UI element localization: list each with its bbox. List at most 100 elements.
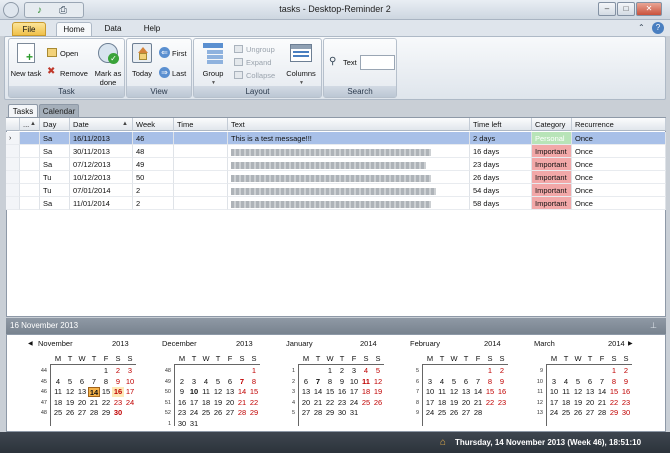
grid-cell-time[interactable]: [174, 197, 228, 210]
calendar-day[interactable]: 19: [372, 387, 384, 397]
grid-cell-category[interactable]: Important: [532, 184, 572, 197]
calendar-day[interactable]: 26: [372, 398, 384, 408]
tab-home[interactable]: Home: [56, 22, 92, 36]
grid-cell-time-left[interactable]: 23 days: [470, 158, 532, 171]
calendar-day[interactable]: 2: [112, 366, 124, 376]
calendar-day[interactable]: 23: [176, 408, 188, 418]
calendar-day[interactable]: 10: [124, 377, 136, 387]
collapse-button[interactable]: Collapse: [246, 71, 275, 80]
calendar-day[interactable]: 12: [372, 377, 384, 387]
calendar-day[interactable]: 3: [424, 377, 436, 387]
calendar-day[interactable]: 21: [88, 398, 100, 408]
row-selector[interactable]: [6, 171, 20, 184]
calendar-day[interactable]: 21: [236, 398, 248, 408]
row-selector[interactable]: [6, 158, 20, 171]
grid-cell-text[interactable]: This is a test message!!!: [228, 132, 470, 145]
calendar-day[interactable]: 8: [484, 377, 496, 387]
calendar-day[interactable]: 8: [324, 377, 336, 387]
calendar-day[interactable]: 16: [496, 387, 508, 397]
calendar-day[interactable]: 26: [572, 408, 584, 418]
grid-cell-time[interactable]: [174, 158, 228, 171]
calendar-day[interactable]: 18: [436, 398, 448, 408]
calendar-day[interactable]: 3: [188, 377, 200, 387]
calendar-day[interactable]: 22: [608, 398, 620, 408]
calendar-day[interactable]: 18: [560, 398, 572, 408]
column-header[interactable]: Time: [174, 118, 228, 131]
new-task-button[interactable]: New task: [9, 69, 43, 78]
pin-icon[interactable]: ⊥: [650, 321, 657, 330]
calendar-day[interactable]: 28: [472, 408, 484, 418]
grid-cell-date[interactable]: 30/11/2013: [70, 145, 133, 158]
grid-cell-time[interactable]: [174, 171, 228, 184]
grid-cell-week[interactable]: 2: [133, 197, 174, 210]
tab-tasks[interactable]: Tasks: [8, 104, 38, 117]
grid-cell-recurrence[interactable]: Once: [572, 171, 666, 184]
calendar-day[interactable]: 11: [52, 387, 64, 397]
calendar-day[interactable]: 25: [436, 408, 448, 418]
calendar-day[interactable]: 30: [112, 408, 124, 418]
grid-cell-text[interactable]: [228, 197, 470, 210]
grid-cell-date[interactable]: 16/11/2013: [70, 132, 133, 145]
calendar-day[interactable]: 19: [64, 398, 76, 408]
calendar-day[interactable]: 14: [236, 387, 248, 397]
calendar-day[interactable]: 1: [248, 366, 260, 376]
calendar-day[interactable]: 15: [608, 387, 620, 397]
tab-data[interactable]: Data: [98, 22, 128, 36]
calendar-day[interactable]: 2: [496, 366, 508, 376]
calendar-day[interactable]: 19: [448, 398, 460, 408]
grid-cell-time[interactable]: [174, 145, 228, 158]
calendar-day[interactable]: 8: [248, 377, 260, 387]
grid-cell-time[interactable]: [174, 184, 228, 197]
calendar-day[interactable]: 22: [324, 398, 336, 408]
month-name[interactable]: January: [286, 339, 313, 349]
calendar-day[interactable]: 5: [64, 377, 76, 387]
grid-cell-time-left[interactable]: 58 days: [470, 197, 532, 210]
month-name[interactable]: March: [534, 339, 555, 349]
remove-button[interactable]: Remove: [60, 69, 88, 78]
calendar-day[interactable]: 27: [224, 408, 236, 418]
tab-file[interactable]: File: [12, 22, 46, 36]
calendar-day[interactable]: 20: [224, 398, 236, 408]
column-header[interactable]: Text: [228, 118, 470, 131]
calendar-day[interactable]: 7: [596, 377, 608, 387]
calendar-day[interactable]: 25: [52, 408, 64, 418]
grid-cell-week[interactable]: 46: [133, 132, 174, 145]
grid-cell-time-left[interactable]: 2 days: [470, 132, 532, 145]
column-header[interactable]: Week: [133, 118, 174, 131]
calendar-day[interactable]: 3: [348, 366, 360, 376]
calendar-day[interactable]: 20: [300, 398, 312, 408]
calendar-day[interactable]: 5: [572, 377, 584, 387]
month-year[interactable]: 2014: [360, 339, 377, 349]
calendar-day[interactable]: 1: [324, 366, 336, 376]
grid-cell[interactable]: [20, 184, 40, 197]
search-input[interactable]: [360, 55, 395, 70]
collapse-ribbon-icon[interactable]: ⌃: [638, 23, 645, 32]
ungroup-button[interactable]: Ungroup: [246, 45, 275, 54]
calendar-day[interactable]: 1: [608, 366, 620, 376]
expand-button[interactable]: Expand: [246, 58, 271, 67]
calendar-day[interactable]: 17: [348, 387, 360, 397]
calendar-day[interactable]: 26: [448, 408, 460, 418]
calendar-day[interactable]: 31: [188, 419, 200, 429]
calendar-day[interactable]: 14: [88, 387, 100, 397]
calendar-day[interactable]: 1: [100, 366, 112, 376]
grid-cell-week[interactable]: 49: [133, 158, 174, 171]
grid-cell-category[interactable]: Important: [532, 145, 572, 158]
calendar-day[interactable]: 22: [248, 398, 260, 408]
calendar-day[interactable]: 6: [224, 377, 236, 387]
maximize-button[interactable]: □: [617, 2, 635, 16]
grid-cell-text[interactable]: [228, 184, 470, 197]
calendar-day[interactable]: 20: [76, 398, 88, 408]
calendar-day[interactable]: 10: [188, 387, 200, 397]
calendar-day[interactable]: 29: [248, 408, 260, 418]
prev-month-icon[interactable]: ◀: [28, 339, 33, 349]
grid-cell-text[interactable]: [228, 171, 470, 184]
grid-cell-week[interactable]: 50: [133, 171, 174, 184]
today-button[interactable]: Today: [128, 69, 156, 78]
calendar-day[interactable]: 24: [548, 408, 560, 418]
calendar-day[interactable]: 11: [200, 387, 212, 397]
calendar-day[interactable]: 9: [496, 377, 508, 387]
calendar-day[interactable]: 28: [312, 408, 324, 418]
calendar-day[interactable]: 13: [300, 387, 312, 397]
grid-cell[interactable]: [20, 158, 40, 171]
